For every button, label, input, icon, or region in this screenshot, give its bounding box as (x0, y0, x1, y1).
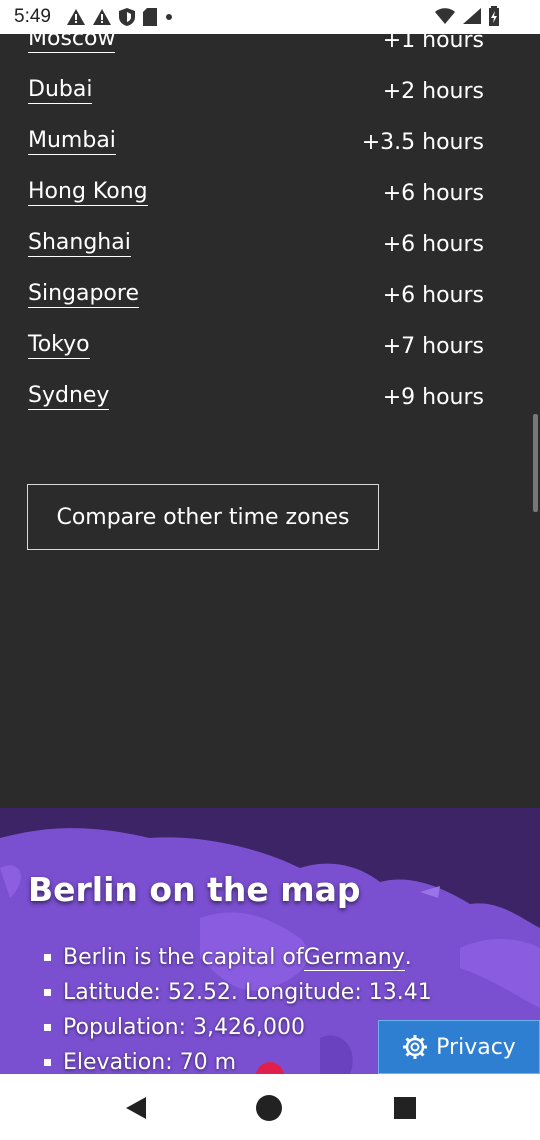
shield-icon (119, 8, 135, 26)
city-link[interactable]: Dubai (28, 78, 93, 104)
warning-icon (93, 9, 111, 25)
time-offset: +7 hours (382, 333, 484, 359)
warning-icon (67, 9, 85, 25)
fact-text: Population: 3,426,000 (63, 1015, 305, 1040)
fact-text: Berlin is the capital of (63, 945, 304, 970)
city-facts-list: Berlin is the capital of Germany. Latitu… (44, 940, 432, 1074)
list-item: Population: 3,426,000 (44, 1010, 432, 1045)
time-offset: +2 hours (382, 78, 484, 104)
time-row: Singapore +6 hours (28, 278, 484, 312)
status-time: 5:49 (14, 6, 51, 27)
status-right-icons (434, 6, 500, 26)
signal-icon (463, 8, 481, 24)
list-item: Berlin is the capital of Germany. (44, 940, 432, 975)
time-offset: +6 hours (382, 282, 484, 308)
bullet-icon (44, 954, 51, 961)
time-row: Dubai +2 hours (28, 74, 484, 108)
time-offset: +1 hours (382, 34, 484, 53)
time-offset: +3.5 hours (361, 129, 484, 155)
city-link[interactable]: Shanghai (28, 231, 131, 257)
fact-text: . (404, 945, 412, 970)
fact-text: Latitude: 52.52. Longitude: 13.41 (63, 980, 432, 1005)
bullet-icon (44, 1024, 51, 1031)
time-row: Hong Kong +6 hours (28, 176, 484, 210)
recent-apps-icon[interactable] (394, 1097, 416, 1119)
home-icon[interactable] (256, 1095, 282, 1121)
privacy-label: Privacy (436, 1034, 516, 1060)
gear-icon (403, 1035, 428, 1059)
scrollbar[interactable] (533, 414, 538, 512)
bullet-icon (44, 989, 51, 996)
time-row: Moscow +1 hours (28, 34, 484, 57)
battery-icon (489, 6, 499, 26)
time-row: Sydney +9 hours (28, 380, 484, 414)
dot-icon (166, 14, 172, 20)
city-link[interactable]: Singapore (28, 282, 139, 308)
city-link[interactable]: Tokyo (28, 333, 90, 359)
time-row: Tokyo +7 hours (28, 329, 484, 363)
navigation-bar (0, 1074, 540, 1140)
city-link[interactable]: Hong Kong (28, 180, 148, 206)
wifi-icon (435, 8, 455, 24)
list-item: Elevation: 70 m (44, 1045, 432, 1074)
map-title: Berlin on the map (28, 870, 361, 909)
time-row: Mumbai +3.5 hours (28, 125, 484, 159)
time-offset: +6 hours (382, 180, 484, 206)
page-content: Moscow +1 hours Dubai +2 hours Mumbai +3… (0, 34, 540, 1074)
time-offset: +6 hours (382, 231, 484, 257)
list-item: Latitude: 52.52. Longitude: 13.41 (44, 975, 432, 1010)
country-link[interactable]: Germany (303, 945, 405, 971)
city-link[interactable]: Mumbai (28, 129, 116, 155)
city-link[interactable]: Sydney (28, 384, 110, 410)
city-link[interactable]: Moscow (28, 34, 116, 53)
compare-time-zones-button[interactable]: Compare other time zones (27, 484, 379, 550)
back-icon[interactable] (124, 1096, 148, 1120)
fact-text: Elevation: 70 m (63, 1050, 237, 1074)
sd-card-icon (143, 8, 157, 26)
privacy-button[interactable]: Privacy (378, 1020, 540, 1074)
bullet-icon (44, 1059, 51, 1066)
status-left-icons (66, 7, 174, 27)
time-row: Shanghai +6 hours (28, 227, 484, 261)
status-bar: 5:49 (0, 0, 540, 34)
time-offset: +9 hours (382, 384, 484, 410)
